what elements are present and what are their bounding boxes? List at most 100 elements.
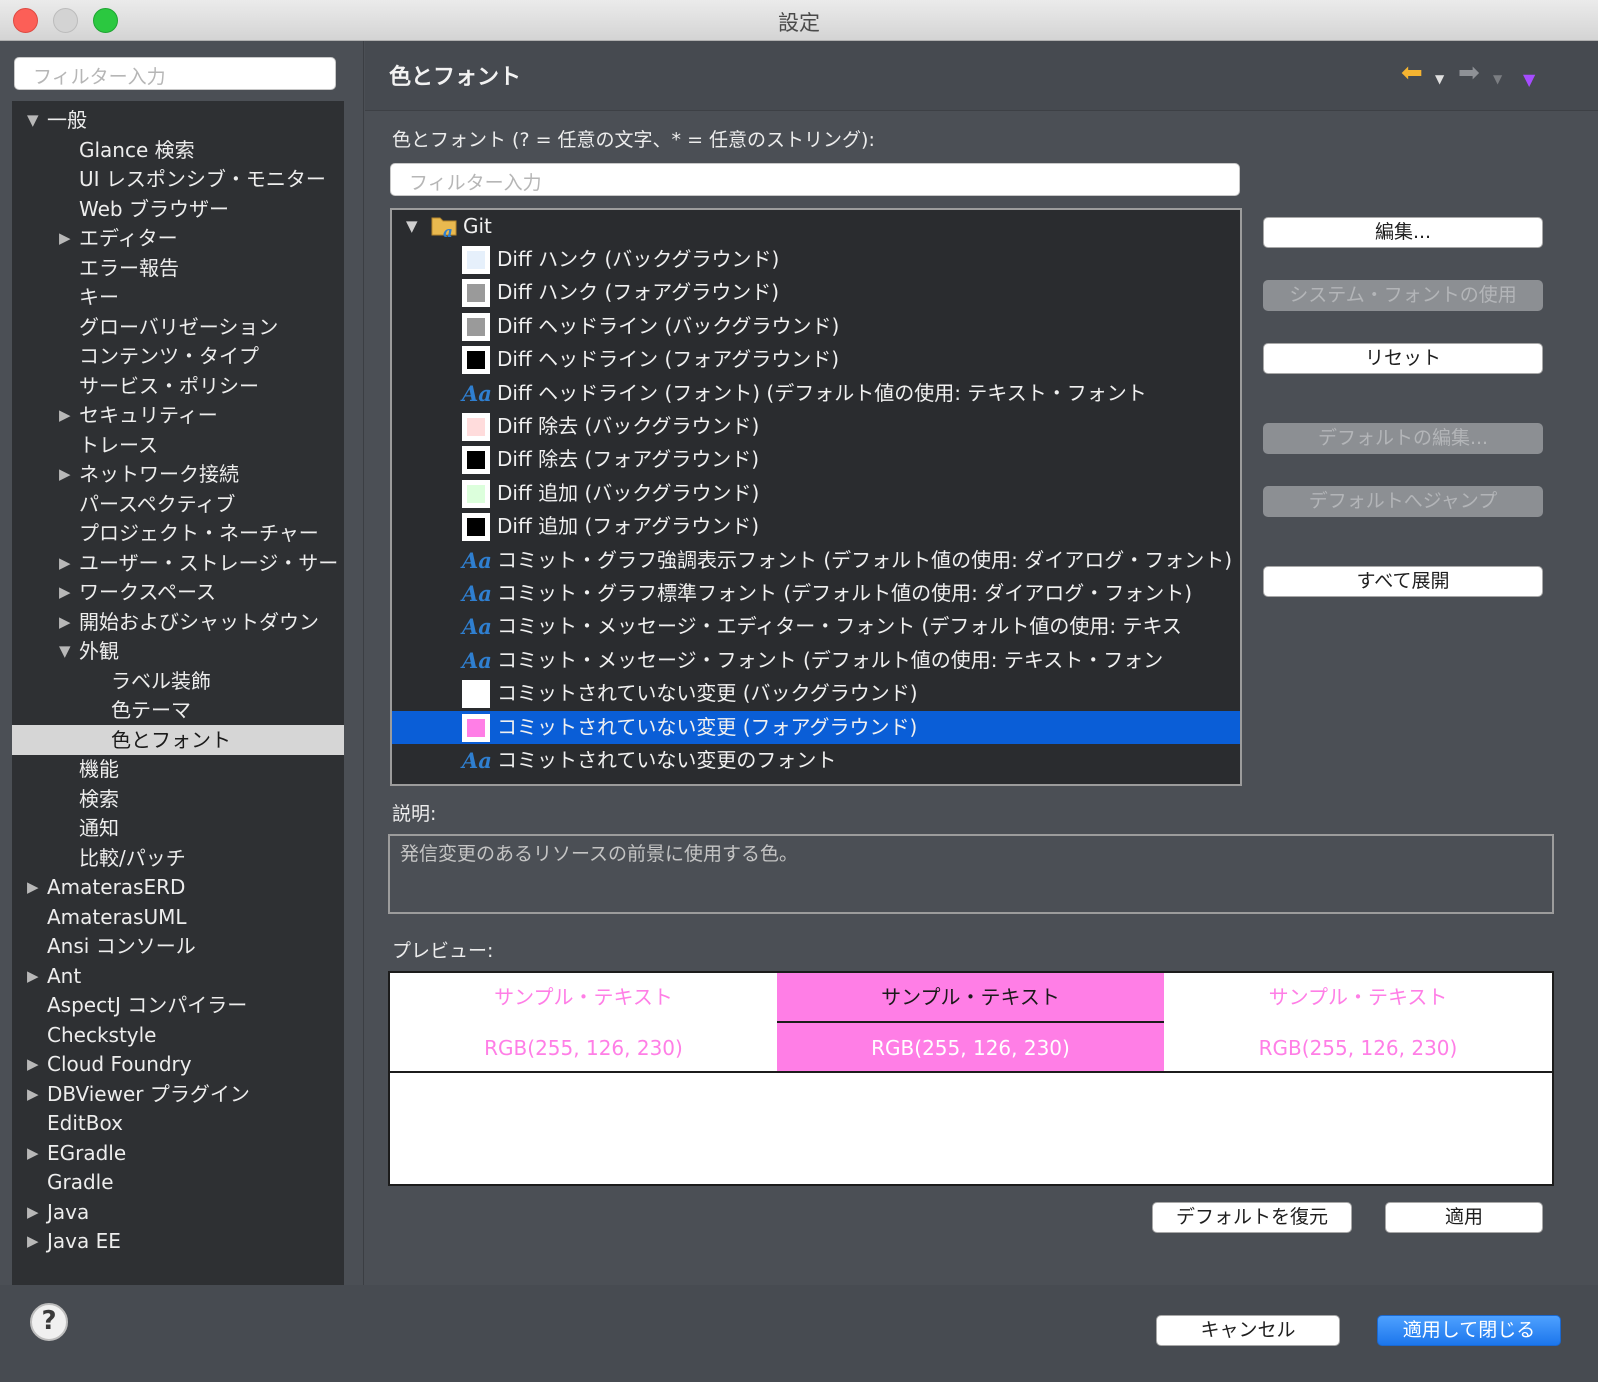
back-history-dropdown-icon[interactable]: ▼ xyxy=(1435,72,1444,86)
tree-item-label: DBViewer プラグイン xyxy=(47,1081,250,1106)
tree-item[interactable]: ▼ 外観 xyxy=(12,636,344,666)
tree-item[interactable]: ▶ ワークスペース xyxy=(12,577,344,607)
tree-item[interactable]: UI レスポンシブ・モニター xyxy=(12,164,344,194)
tree-item[interactable]: サービス・ポリシー xyxy=(12,371,344,401)
apply-and-close-button[interactable]: 適用して閉じる xyxy=(1377,1315,1561,1346)
restore-defaults-button[interactable]: デフォルトを復元 xyxy=(1152,1202,1352,1233)
tree-item[interactable]: Web ブラウザー xyxy=(12,194,344,224)
tree-item[interactable]: 比較/パッチ xyxy=(12,843,344,873)
view-menu-icon[interactable]: ▼ xyxy=(1523,70,1535,89)
color-setting-row[interactable]: Diff 追加 (バックグラウンド) xyxy=(392,477,1240,510)
tree-item[interactable]: 通知 xyxy=(12,813,344,843)
collapsed-arrow-icon[interactable]: ▶ xyxy=(27,1079,39,1109)
use-system-font-button[interactable]: システム・フォントの使用 xyxy=(1263,280,1543,311)
preview-bottom-border xyxy=(390,1071,1552,1073)
expand-toggle-icon[interactable]: ▼ xyxy=(406,210,418,243)
back-arrow-icon[interactable]: ⬅ xyxy=(1401,58,1423,88)
tree-item[interactable]: ▶ セキュリティー xyxy=(12,400,344,430)
tree-item[interactable]: Checkstyle xyxy=(12,1020,344,1050)
tree-item[interactable]: エラー報告 xyxy=(12,253,344,283)
collapsed-arrow-icon[interactable]: ▶ xyxy=(59,459,71,489)
collapsed-arrow-icon[interactable]: ▶ xyxy=(59,577,71,607)
setting-label: コミット・メッセージ・フォント (デフォルト値の使用: テキスト・フォン xyxy=(497,647,1164,672)
expanded-arrow-icon[interactable]: ▼ xyxy=(27,105,39,135)
tree-item[interactable]: ▶ Cloud Foundry xyxy=(12,1049,344,1079)
color-setting-row[interactable]: Diff 除去 (フォアグラウンド) xyxy=(392,443,1240,476)
apply-button[interactable]: 適用 xyxy=(1385,1202,1543,1233)
tree-item[interactable]: トレース xyxy=(12,430,344,460)
color-setting-row[interactable]: コミットされていない変更 (バックグラウンド) xyxy=(392,677,1240,710)
tree-item[interactable]: ▶ ネットワーク接続 xyxy=(12,459,344,489)
font-setting-row[interactable]: Aa コミット・グラフ強調表示フォント (デフォルト値の使用: ダイアログ・フォン… xyxy=(392,544,1240,577)
tree-item[interactable]: ▶ 開始およびシャットダウン xyxy=(12,607,344,637)
collapsed-arrow-icon[interactable]: ▶ xyxy=(27,961,39,991)
tree-item[interactable]: 色とフォント xyxy=(12,724,344,755)
tree-item[interactable]: Glance 検索 xyxy=(12,135,344,165)
font-setting-row[interactable]: Aa コミット・メッセージ・エディター・フォント (デフォルト値の使用: テキス xyxy=(392,610,1240,643)
color-setting-row[interactable]: コミットされていない変更 (フォアグラウンド) xyxy=(392,710,1240,744)
edit-button[interactable]: 編集... xyxy=(1263,217,1543,248)
tree-item-label: ネットワーク接続 xyxy=(79,462,239,486)
collapsed-arrow-icon[interactable]: ▶ xyxy=(59,548,71,578)
tree-item-label: 通知 xyxy=(79,816,119,840)
tree-item[interactable]: AmaterasUML xyxy=(12,902,344,932)
collapsed-arrow-icon[interactable]: ▶ xyxy=(59,400,71,430)
tree-item[interactable]: ▶ Java xyxy=(12,1197,344,1227)
tree-item[interactable]: ▶ EGradle xyxy=(12,1138,344,1168)
color-setting-row[interactable]: Diff ハンク (バックグラウンド) xyxy=(392,243,1240,276)
forward-arrow-icon[interactable]: ➡ xyxy=(1458,58,1480,88)
font-setting-row[interactable]: Aa Diff ヘッドライン (フォント) (デフォルト値の使用: テキスト・フォ… xyxy=(392,377,1240,410)
tree-item[interactable]: ▶ Java EE xyxy=(12,1226,344,1256)
color-swatch-fill xyxy=(467,284,485,303)
collapsed-arrow-icon[interactable]: ▶ xyxy=(59,223,71,253)
tree-item[interactable]: コンテンツ・タイプ xyxy=(12,341,344,371)
color-setting-row[interactable]: Diff 除去 (バックグラウンド) xyxy=(392,410,1240,443)
tree-item[interactable]: EditBox xyxy=(12,1108,344,1138)
collapsed-arrow-icon[interactable]: ▶ xyxy=(27,1226,39,1256)
font-setting-row[interactable]: Aa コミットされていない変更のフォント xyxy=(392,744,1240,777)
collapsed-arrow-icon[interactable]: ▶ xyxy=(27,872,39,902)
tree-item-label: プロジェクト・ネーチャー xyxy=(79,521,319,545)
collapsed-arrow-icon[interactable]: ▶ xyxy=(27,1197,39,1227)
font-setting-row[interactable]: Aa コミット・グラフ標準フォント (デフォルト値の使用: ダイアログ・フォント) xyxy=(392,577,1240,610)
tree-item[interactable]: 検索 xyxy=(12,784,344,814)
help-icon[interactable]: ? xyxy=(30,1303,68,1341)
edit-default-button[interactable]: デフォルトの編集... xyxy=(1263,423,1543,454)
tree-item[interactable]: 色テーマ xyxy=(12,695,344,725)
setting-label: コミットされていない変更 (バックグラウンド) xyxy=(497,681,918,706)
tree-item[interactable]: キー xyxy=(12,282,344,312)
color-setting-row[interactable]: Diff ヘッドライン (バックグラウンド) xyxy=(392,310,1240,343)
expanded-arrow-icon[interactable]: ▼ xyxy=(59,636,71,666)
color-setting-row[interactable]: Diff ハンク (フォアグラウンド) xyxy=(392,276,1240,309)
tree-item[interactable]: 機能 xyxy=(12,754,344,784)
color-setting-row[interactable]: Diff ヘッドライン (フォアグラウンド) xyxy=(392,343,1240,376)
tree-item[interactable]: プロジェクト・ネーチャー xyxy=(12,518,344,548)
expand-all-button[interactable]: すべて展開 xyxy=(1263,566,1543,597)
collapsed-arrow-icon[interactable]: ▶ xyxy=(27,1138,39,1168)
tree-item[interactable]: ▶ エディター xyxy=(12,223,344,253)
forward-history-dropdown-icon[interactable]: ▼ xyxy=(1493,72,1502,86)
tree-item[interactable]: AspectJ コンパイラー xyxy=(12,990,344,1020)
tree-item[interactable]: ▶ ユーザー・ストレージ・サー xyxy=(12,548,344,578)
color-setting-row[interactable]: Diff 追加 (フォアグラウンド) xyxy=(392,510,1240,543)
tree-item[interactable]: ▶ DBViewer プラグイン xyxy=(12,1079,344,1109)
colors-filter-input[interactable]: フィルター入力 xyxy=(390,163,1240,196)
sidebar-filter-input[interactable]: フィルター入力 xyxy=(14,57,336,90)
tree-item[interactable]: グローバリゼーション xyxy=(12,312,344,342)
tree-item[interactable]: ラベル装飾 xyxy=(12,666,344,696)
collapsed-arrow-icon[interactable]: ▶ xyxy=(59,607,71,637)
tree-item[interactable]: ▶ Ant xyxy=(12,961,344,991)
reset-button[interactable]: リセット xyxy=(1263,343,1543,374)
tree-item[interactable]: ▼ 一般 xyxy=(12,105,344,135)
cancel-button[interactable]: キャンセル xyxy=(1156,1315,1340,1346)
tree-item-label: パースペクティブ xyxy=(79,491,236,516)
tree-item[interactable]: Gradle xyxy=(12,1167,344,1197)
tree-item-label: グローバリゼーション xyxy=(79,314,279,339)
goto-default-button[interactable]: デフォルトへジャンプ xyxy=(1263,486,1543,517)
tree-group-git[interactable]: ▼ a Git xyxy=(392,210,1240,243)
font-setting-row[interactable]: Aa コミット・メッセージ・フォント (デフォルト値の使用: テキスト・フォン xyxy=(392,644,1240,677)
collapsed-arrow-icon[interactable]: ▶ xyxy=(27,1049,39,1079)
tree-item[interactable]: パースペクティブ xyxy=(12,489,344,519)
tree-item[interactable]: ▶ AmaterasERD xyxy=(12,872,344,902)
tree-item[interactable]: Ansi コンソール xyxy=(12,931,344,961)
